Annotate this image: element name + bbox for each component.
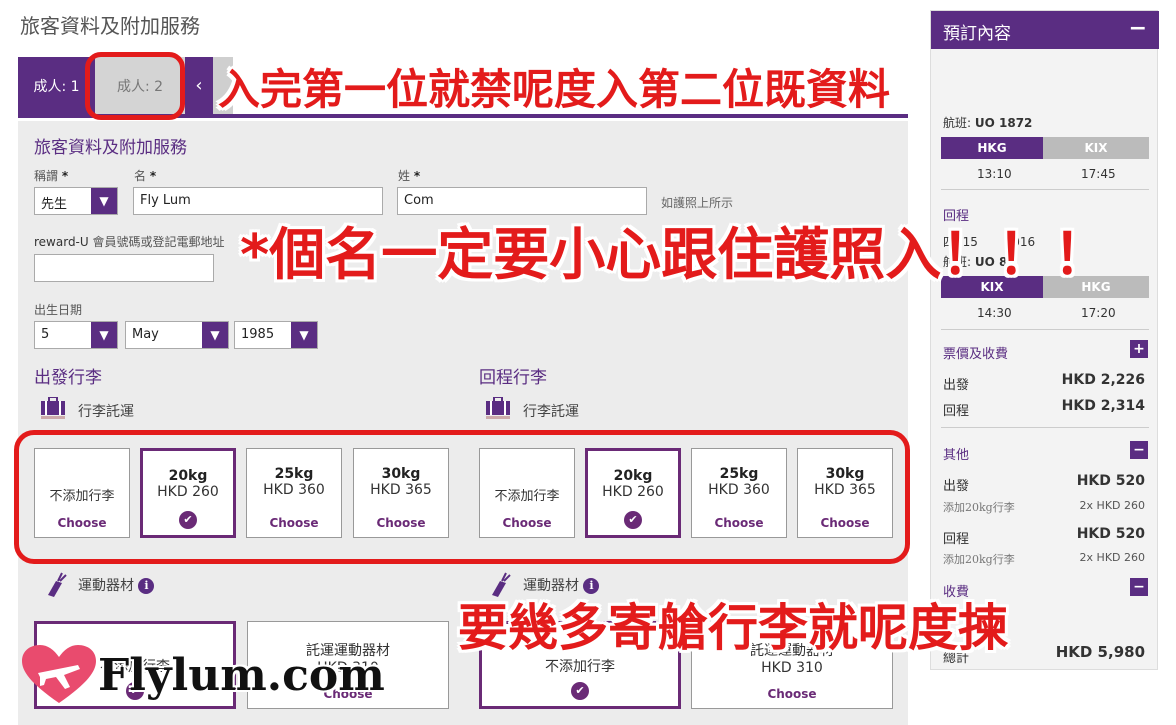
annotation-text-1: 入完第一位就禁呢度入第二位既資料 [218,65,891,114]
outbound-baggage-title: 出發行李 [34,368,102,388]
flylum-logo: Flylum.com [20,640,385,710]
chevron-down-icon: ▼ [291,322,317,348]
dob-month-select[interactable]: May ▼ [125,321,229,349]
other-ret-label: 回程 [943,532,970,547]
form-section-title: 旅客資料及附加服務 [34,138,187,158]
suitcase-icon [486,397,510,419]
reward-input[interactable] [34,254,214,282]
title-label: 稱謂 * [34,169,69,183]
choose-button[interactable]: Choose [692,687,892,701]
dob-month-value: May [132,327,159,342]
dob-day-select[interactable]: 5 ▼ [34,321,118,349]
booking-summary-sidebar: 預訂內容 − 航班: UO 1872 HKG KIX 13:10 17:45 回… [930,10,1159,670]
given-name-label: 名 * [134,169,157,183]
suitcase-icon [41,397,65,419]
fares-title: 票價及收費 [943,347,1009,362]
sports-price: HKD 310 [761,660,823,676]
chevron-left-icon[interactable]: ‹ [185,57,213,114]
divider [941,329,1149,330]
outbound-sports-label: 運動器材 i [78,575,155,595]
divider [941,189,1149,190]
outbound-checked-label: 行李託運 [78,404,134,420]
other-ret-sub-value: 2x HKD 260 [1079,551,1145,564]
outbound-to: KIX [1043,137,1149,159]
dob-day-value: 5 [41,327,50,342]
page-title: 旅客資料及附加服務 [20,14,200,38]
return-baggage-title: 回程行李 [479,368,547,388]
total-value: HKD 5,980 [1055,643,1145,661]
collapse-icon[interactable]: − [1130,578,1148,596]
sidebar-header[interactable]: 預訂內容 − [931,11,1159,49]
logo-text: Flylum.com [98,649,385,701]
info-icon[interactable]: i [138,578,155,594]
passport-hint: 如護照上所示 [661,196,734,210]
expand-icon[interactable]: + [1130,340,1148,358]
chevron-down-icon: ▼ [91,188,117,214]
fare-ret-label: 回程 [943,404,970,419]
title-select[interactable]: 先生 ▼ [34,187,118,215]
other-out-sub: 添加20kg行李 [943,501,1015,514]
fare-ret-value: HKD 2,314 [1061,398,1145,414]
other-out-sub-value: 2x HKD 260 [1079,499,1145,512]
other-ret-value: HKD 520 [1076,526,1145,542]
collapse-icon[interactable]: − [1130,441,1148,459]
annotation-text-2: *個名一定要小心跟住護照入！！！ [240,223,1110,288]
golf-bag-icon [48,572,67,597]
heart-plane-icon [22,645,96,703]
return-dep-time: 14:30 [977,306,1012,320]
dob-year-value: 1985 [241,327,275,342]
annotation-text-3: 要幾多寄艙行李就呢度揀 [458,599,1008,657]
surname-label: 姓 * [398,169,421,183]
outbound-from: HKG [941,137,1043,159]
title-select-value: 先生 [41,197,68,212]
return-checked-label: 行李託運 [523,404,579,420]
checkmark-icon: ✔ [571,682,589,700]
other-out-label: 出發 [943,479,970,494]
return-arr-time: 17:20 [1081,306,1116,320]
outbound-dep-time: 13:10 [977,167,1012,181]
fare-out-value: HKD 2,226 [1061,372,1145,388]
fare-out-label: 出發 [943,378,970,393]
reward-label: reward-U 會員號碼或登記電郵地址 [34,235,225,249]
collapse-icon[interactable]: − [1129,16,1147,41]
chevron-down-icon: ▼ [202,322,228,348]
tab-adult-1[interactable]: 成人: 1 [18,57,95,114]
other-out-value: HKD 520 [1076,473,1145,489]
annotation-box-baggage [14,430,910,564]
outbound-flight-number: 航班: UO 1872 [943,116,1033,130]
outbound-arr-time: 17:45 [1081,167,1116,181]
dob-label: 出生日期 [34,303,83,317]
dob-year-select[interactable]: 1985 ▼ [234,321,318,349]
divider [941,427,1149,428]
sidebar-title: 預訂內容 [943,24,1011,44]
other-title: 其他 [943,448,970,463]
annotation-box-tab2 [85,52,185,120]
chevron-down-icon: ▼ [91,322,117,348]
other-ret-sub: 添加20kg行李 [943,553,1015,566]
